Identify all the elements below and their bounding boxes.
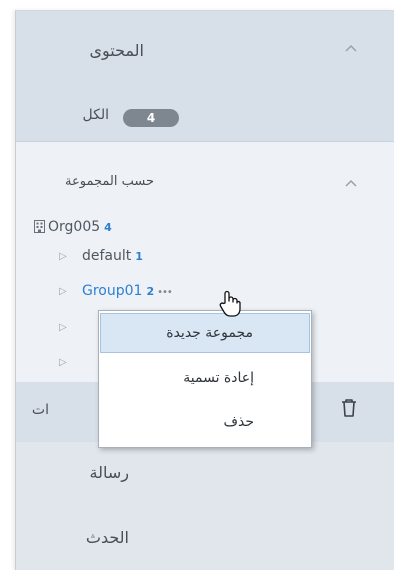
menu-item-rename[interactable]: إعادة تسمية (100, 359, 310, 399)
tree-item-count: 2 (146, 285, 155, 298)
building-icon (34, 220, 45, 237)
org-name: Org005 (48, 219, 101, 235)
content-section-title: المحتوى (89, 41, 144, 60)
menu-item-label: حذف (223, 414, 254, 430)
partial-row-label: ات (31, 402, 49, 418)
context-menu: مجموعة جديدة إعادة تسمية حذف (98, 310, 312, 448)
org-node[interactable]: Org005 4 (34, 219, 112, 237)
trash-icon[interactable] (340, 398, 358, 422)
menu-item-new-group[interactable]: مجموعة جديدة (100, 313, 310, 353)
org-count: 4 (104, 221, 112, 234)
all-filter-row[interactable]: الكل (16, 81, 394, 142)
all-count-badge: 4 (123, 109, 179, 127)
tree-item-default[interactable]: default 1 (82, 248, 143, 264)
all-filter-label: الكل (82, 107, 110, 123)
hand-cursor-icon (218, 290, 242, 322)
nav-item-message[interactable]: رسالة (16, 442, 394, 506)
menu-item-label: مجموعة جديدة (166, 325, 253, 341)
more-options-icon[interactable]: ••• (157, 287, 173, 298)
sidebar-panel: المحتوى الكل 4 حسب المجموعة Org005 4 ▷ de… (15, 10, 394, 570)
chevron-up-icon[interactable] (344, 41, 358, 57)
tree-item-name: Group01 (82, 283, 143, 299)
menu-item-delete[interactable]: حذف (100, 403, 310, 443)
expand-triangle-icon[interactable]: ▷ (59, 357, 67, 368)
nav-item-event[interactable]: الحدث (16, 506, 394, 570)
content-section-header[interactable]: المحتوى (16, 11, 394, 81)
menu-item-label: إعادة تسمية (183, 370, 254, 386)
group-section-title: حسب المجموعة (65, 174, 154, 189)
expand-triangle-icon[interactable]: ▷ (59, 322, 67, 333)
expand-triangle-icon[interactable]: ▷ (59, 286, 67, 297)
nav-item-label: رسالة (89, 463, 129, 482)
tree-item-name: default (82, 248, 132, 264)
nav-item-label: الحدث (85, 528, 129, 547)
tree-item-group01[interactable]: Group01 2 ••• (82, 283, 173, 299)
tree-item-count: 1 (135, 250, 143, 263)
chevron-up-icon[interactable] (344, 176, 358, 192)
expand-triangle-icon[interactable]: ▷ (59, 251, 67, 262)
